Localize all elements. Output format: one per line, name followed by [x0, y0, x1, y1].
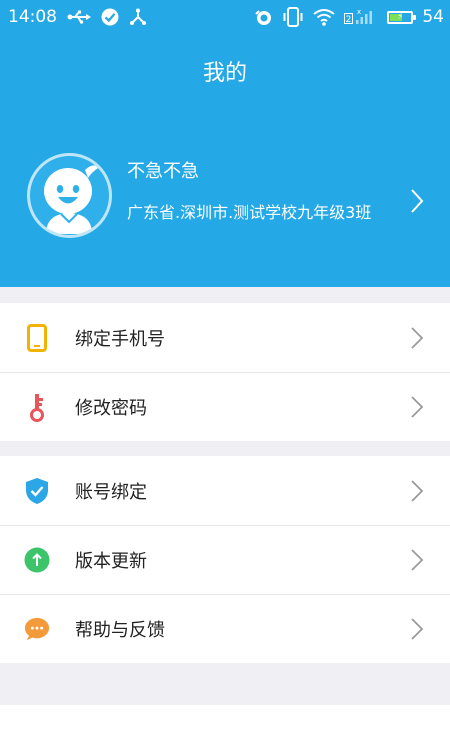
chevron-right-icon: [410, 326, 424, 354]
menu-item-label: 账号绑定: [75, 481, 147, 503]
status-bar: 14:08 2 x ⚡ 54: [0, 0, 450, 34]
menu-item-label: 绑定手机号: [75, 328, 165, 350]
status-bar-right: 2 x ⚡ 54: [255, 0, 444, 34]
shield-check-icon: [24, 477, 50, 504]
menu-item-help-feedback[interactable]: 帮助与反馈: [0, 594, 450, 663]
chat-bubble-icon: [24, 616, 50, 642]
profile-nickname: 不急不急: [127, 161, 199, 182]
app-screen: 14:08 2 x ⚡ 54 我的 不急不急 广东省.深圳市.测试学校九年级3班…: [0, 0, 450, 730]
menu-group-system: 账号绑定 版本更新 帮助与反馈: [0, 456, 450, 663]
chevron-right-icon: [410, 395, 424, 423]
status-bar-left: 14:08: [0, 7, 147, 27]
wifi-icon: [313, 8, 335, 26]
menu-item-change-password[interactable]: 修改密码: [0, 372, 450, 441]
signal-icon: 2 x: [344, 8, 378, 26]
chevron-right-icon: [410, 548, 424, 576]
menu-group-account: 绑定手机号 修改密码: [0, 303, 450, 441]
svg-text:x: x: [357, 8, 361, 16]
arrow-up-circle-icon: [24, 547, 50, 573]
bottom-panel: [0, 705, 450, 730]
smiley-avatar-icon[interactable]: [27, 153, 112, 238]
menu-item-version-update[interactable]: 版本更新: [0, 525, 450, 594]
check-circle-icon: [101, 8, 119, 26]
vibrate-icon: [282, 7, 304, 27]
phone-icon: [24, 323, 50, 352]
header: 14:08 2 x ⚡ 54 我的 不急不急 广东省.深圳市.测试学校九年级3班: [0, 0, 450, 287]
profile-card[interactable]: 不急不急 广东省.深圳市.测试学校九年级3班: [0, 140, 450, 260]
menu-item-label: 帮助与反馈: [75, 619, 165, 641]
battery-level: 54: [422, 7, 444, 27]
menu-item-bind-phone[interactable]: 绑定手机号: [0, 303, 450, 372]
key-icon: [24, 393, 50, 422]
chevron-right-icon: [410, 479, 424, 507]
alarm-icon: [255, 8, 273, 26]
menu-item-account-binding[interactable]: 账号绑定: [0, 456, 450, 525]
chevron-right-icon[interactable]: [410, 188, 424, 218]
profile-location: 广东省.深圳市.测试学校九年级3班: [127, 203, 372, 222]
svg-text:2: 2: [346, 15, 352, 25]
share-network-icon: [129, 8, 147, 26]
usb-icon: [67, 10, 91, 24]
menu-item-label: 版本更新: [75, 550, 147, 572]
status-time: 14:08: [8, 7, 57, 27]
page-title: 我的: [202, 61, 247, 86]
chevron-right-icon: [410, 617, 424, 645]
battery-icon: ⚡: [387, 10, 417, 24]
menu-item-label: 修改密码: [75, 397, 147, 419]
